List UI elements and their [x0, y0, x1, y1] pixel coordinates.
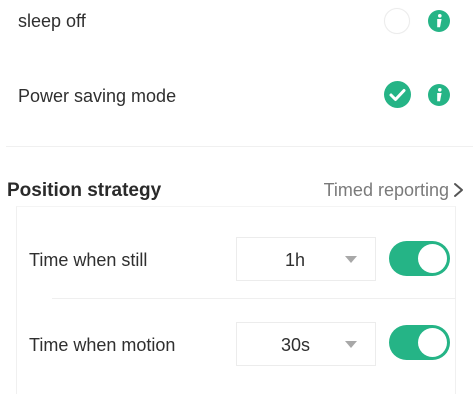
sleep-off-radio[interactable] — [384, 8, 410, 34]
caret-down-icon — [345, 256, 357, 263]
time-when-motion-label: Time when motion — [29, 335, 176, 355]
power-saving-mode-radio[interactable] — [384, 81, 411, 108]
time-when-still-value: 1h — [285, 250, 306, 270]
position-strategy-value[interactable]: Timed reporting — [324, 180, 449, 201]
caret-down-icon — [345, 341, 357, 348]
info-icon — [437, 14, 442, 28]
time-when-motion-toggle[interactable] — [389, 325, 450, 360]
power-saving-info-icon[interactable] — [428, 84, 450, 106]
time-when-still-toggle[interactable] — [389, 241, 450, 276]
info-icon — [437, 88, 442, 102]
check-icon — [389, 89, 406, 101]
row-divider — [52, 298, 456, 299]
toggle-knob — [418, 328, 447, 357]
section-divider — [6, 146, 473, 147]
sleep-off-label: sleep off — [18, 11, 86, 31]
chevron-right-icon[interactable] — [452, 180, 466, 200]
time-when-still-label: Time when still — [29, 250, 148, 270]
toggle-knob — [418, 244, 447, 273]
time-when-motion-value: 30s — [281, 335, 311, 355]
sleep-off-info-icon[interactable] — [428, 10, 450, 32]
power-saving-mode-label: Power saving mode — [18, 86, 177, 106]
position-strategy-title: Position strategy — [7, 180, 162, 201]
